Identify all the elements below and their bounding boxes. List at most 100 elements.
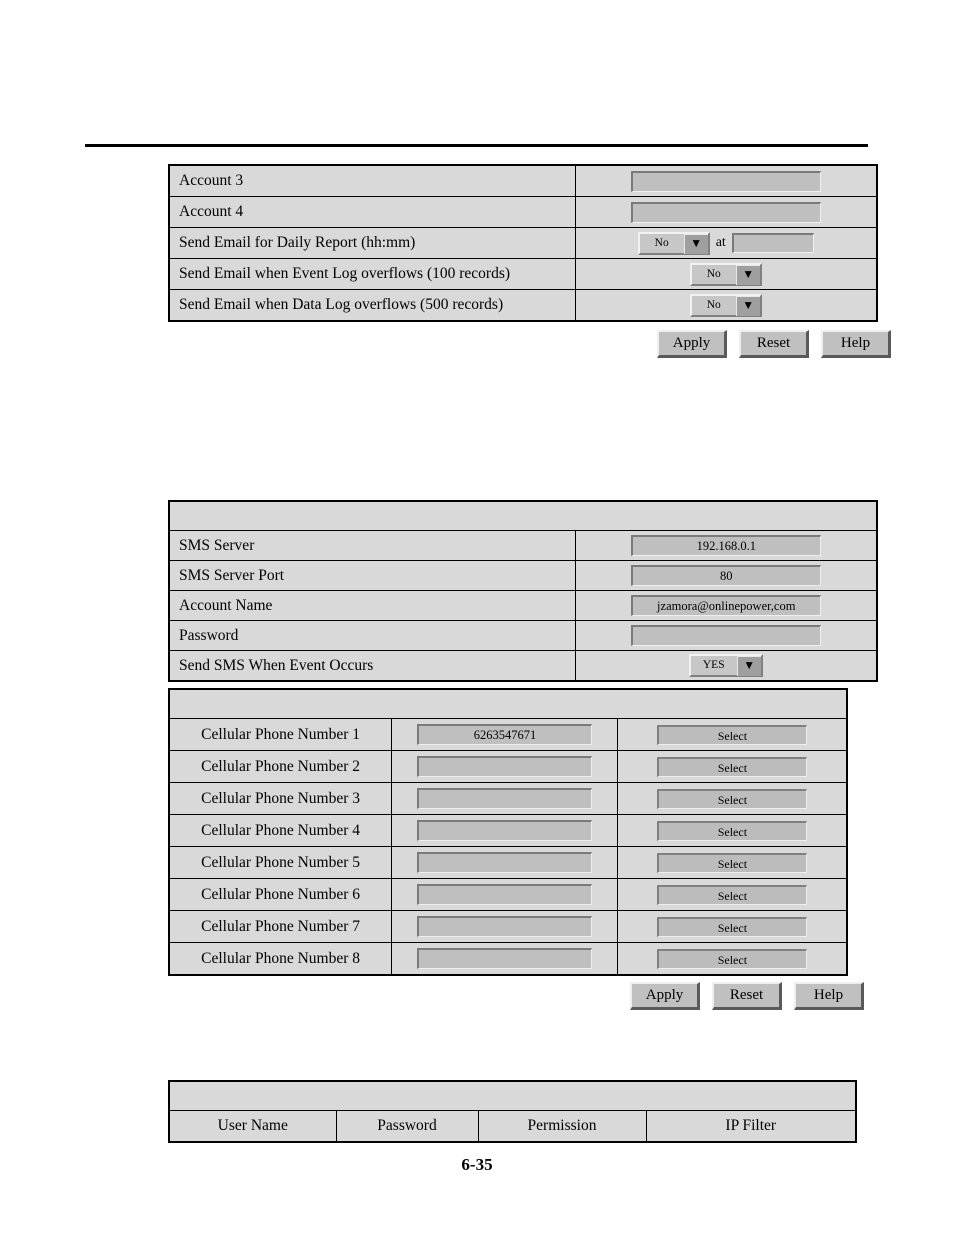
- text-input[interactable]: 80: [630, 565, 821, 586]
- phone-number-cell: [391, 910, 618, 943]
- table-row: Account 3: [168, 164, 878, 197]
- cellular-button-row: Apply Reset Help: [630, 982, 876, 1010]
- row-label: Cellular Phone Number 2: [201, 757, 360, 775]
- select-button[interactable]: Select: [656, 852, 807, 873]
- text-input[interactable]: [630, 201, 821, 223]
- reset-button[interactable]: Reset: [739, 330, 809, 358]
- chevron-down-icon[interactable]: ▼: [735, 264, 760, 285]
- row-label: Cellular Phone Number 7: [201, 917, 360, 935]
- column-header-label: Permission: [527, 1117, 597, 1134]
- row-label: Cellular Phone Number 4: [201, 821, 360, 839]
- text-input[interactable]: [630, 625, 821, 646]
- text-input[interactable]: 6263547671: [416, 724, 592, 745]
- phone-number-cell: [391, 942, 618, 976]
- apply-button[interactable]: Apply: [630, 982, 700, 1010]
- select-cell: Select: [616, 718, 848, 751]
- cellular-table-title-row: [168, 688, 848, 719]
- select-cell: Select: [616, 782, 848, 815]
- row-control-cell: YES ▼: [574, 650, 878, 682]
- table-row: Cellular Phone Number 5 Select: [168, 846, 848, 879]
- select-button[interactable]: Select: [656, 788, 807, 809]
- dropdown-value: No: [691, 295, 736, 315]
- help-button[interactable]: Help: [821, 330, 891, 358]
- text-input[interactable]: [630, 170, 821, 192]
- row-control-cell: No ▼: [574, 258, 878, 290]
- select-button[interactable]: Select: [656, 756, 807, 777]
- table-row: Send Email when Event Log overflows (100…: [168, 258, 878, 290]
- table-row: SMS Server Port 80: [168, 560, 878, 591]
- text-input[interactable]: [416, 788, 592, 809]
- dropdown[interactable]: No ▼: [689, 262, 762, 286]
- header-rule: [85, 144, 868, 147]
- table-row: Cellular Phone Number 3 Select: [168, 782, 848, 815]
- text-input[interactable]: [731, 233, 814, 253]
- column-header-label: IP Filter: [725, 1117, 777, 1134]
- text-input[interactable]: [416, 820, 592, 841]
- apply-button[interactable]: Apply: [657, 330, 727, 358]
- phone-number-cell: [391, 878, 618, 911]
- table-row: Cellular Phone Number 1 6263547671 Select: [168, 718, 848, 751]
- row-label: Cellular Phone Number 3: [201, 789, 360, 807]
- text-input[interactable]: [416, 948, 592, 969]
- column-header-label: User Name: [217, 1117, 288, 1134]
- email-button-row: Apply Reset Help: [657, 330, 903, 358]
- text-input[interactable]: [416, 756, 592, 777]
- row-label: Send Email when Event Log overflows (100…: [179, 265, 511, 282]
- phone-number-cell: [391, 782, 618, 815]
- text-input[interactable]: 192.168.0.1: [630, 535, 821, 556]
- cellular-phone-table: Cellular Phone Number 1 6263547671 Select C…: [168, 688, 848, 976]
- text-input[interactable]: [416, 916, 592, 937]
- user-table-title-row: [168, 1080, 857, 1111]
- dropdown[interactable]: No ▼: [689, 293, 762, 317]
- table-row: Cellular Phone Number 8 Select: [168, 942, 848, 976]
- table-row: Cellular Phone Number 2 Select: [168, 750, 848, 783]
- chevron-down-icon[interactable]: ▼: [735, 295, 760, 316]
- row-label: Account 4: [179, 203, 244, 220]
- row-label: Send Email when Data Log overflows (500 …: [179, 296, 504, 313]
- dropdown[interactable]: No ▼: [637, 231, 710, 255]
- phone-number-cell: [391, 846, 618, 879]
- select-button[interactable]: Select: [656, 948, 807, 969]
- text-input[interactable]: [416, 884, 592, 905]
- select-button[interactable]: Select: [656, 884, 807, 905]
- table-row: Send Email when Data Log overflows (500 …: [168, 289, 878, 322]
- dropdown-value: No: [691, 264, 736, 284]
- table-row: Account 4: [168, 196, 878, 228]
- row-label: Account Name: [179, 596, 273, 614]
- row-control-cell: [574, 620, 878, 651]
- help-button[interactable]: Help: [794, 982, 864, 1010]
- dropdown[interactable]: YES ▼: [688, 654, 763, 677]
- text-input[interactable]: [416, 852, 592, 873]
- reset-button[interactable]: Reset: [712, 982, 782, 1010]
- document-page: Account 3 Account 4 Send Email for Daily R…: [0, 0, 954, 1235]
- user-account-table: User Name Password Permission IP Filter: [168, 1080, 857, 1143]
- page-number: 6-35: [461, 1155, 493, 1174]
- select-button[interactable]: Select: [656, 916, 807, 937]
- chevron-down-icon[interactable]: ▼: [683, 233, 708, 254]
- select-button[interactable]: Select: [656, 820, 807, 841]
- select-button[interactable]: Select: [656, 724, 807, 745]
- row-label: Cellular Phone Number 8: [201, 949, 360, 967]
- row-label: Cellular Phone Number 6: [201, 885, 360, 903]
- row-label: SMS Server Port: [179, 566, 285, 584]
- select-cell: Select: [616, 814, 848, 847]
- row-control-cell: [574, 164, 878, 197]
- phone-number-cell: 6263547671: [391, 718, 618, 751]
- text-input[interactable]: jzamora@onlinepower,com: [630, 595, 821, 616]
- row-control-cell: No ▼: [574, 289, 878, 322]
- row-label: SMS Server: [179, 536, 255, 554]
- row-label: Cellular Phone Number 5: [201, 853, 360, 871]
- dropdown-value: YES: [690, 656, 737, 675]
- chevron-down-icon[interactable]: ▼: [736, 656, 761, 676]
- row-label: Account 3: [179, 172, 244, 189]
- dropdown-value: No: [639, 233, 684, 253]
- column-header: Password: [335, 1110, 479, 1143]
- row-control-cell: [574, 196, 878, 228]
- sms-settings-table: SMS Server 192.168.0.1 SMS Server Port 80 Ac…: [168, 500, 878, 682]
- row-label: Send Email for Daily Report (hh:mm): [179, 234, 416, 251]
- row-control-cell: jzamora@onlinepower,com: [574, 590, 878, 621]
- table-row: Cellular Phone Number 6 Select: [168, 878, 848, 911]
- cellular-table-title: [168, 688, 848, 719]
- table-row: Send SMS When Event Occurs YES ▼: [168, 650, 878, 682]
- row-label: Send SMS When Event Occurs: [179, 656, 374, 674]
